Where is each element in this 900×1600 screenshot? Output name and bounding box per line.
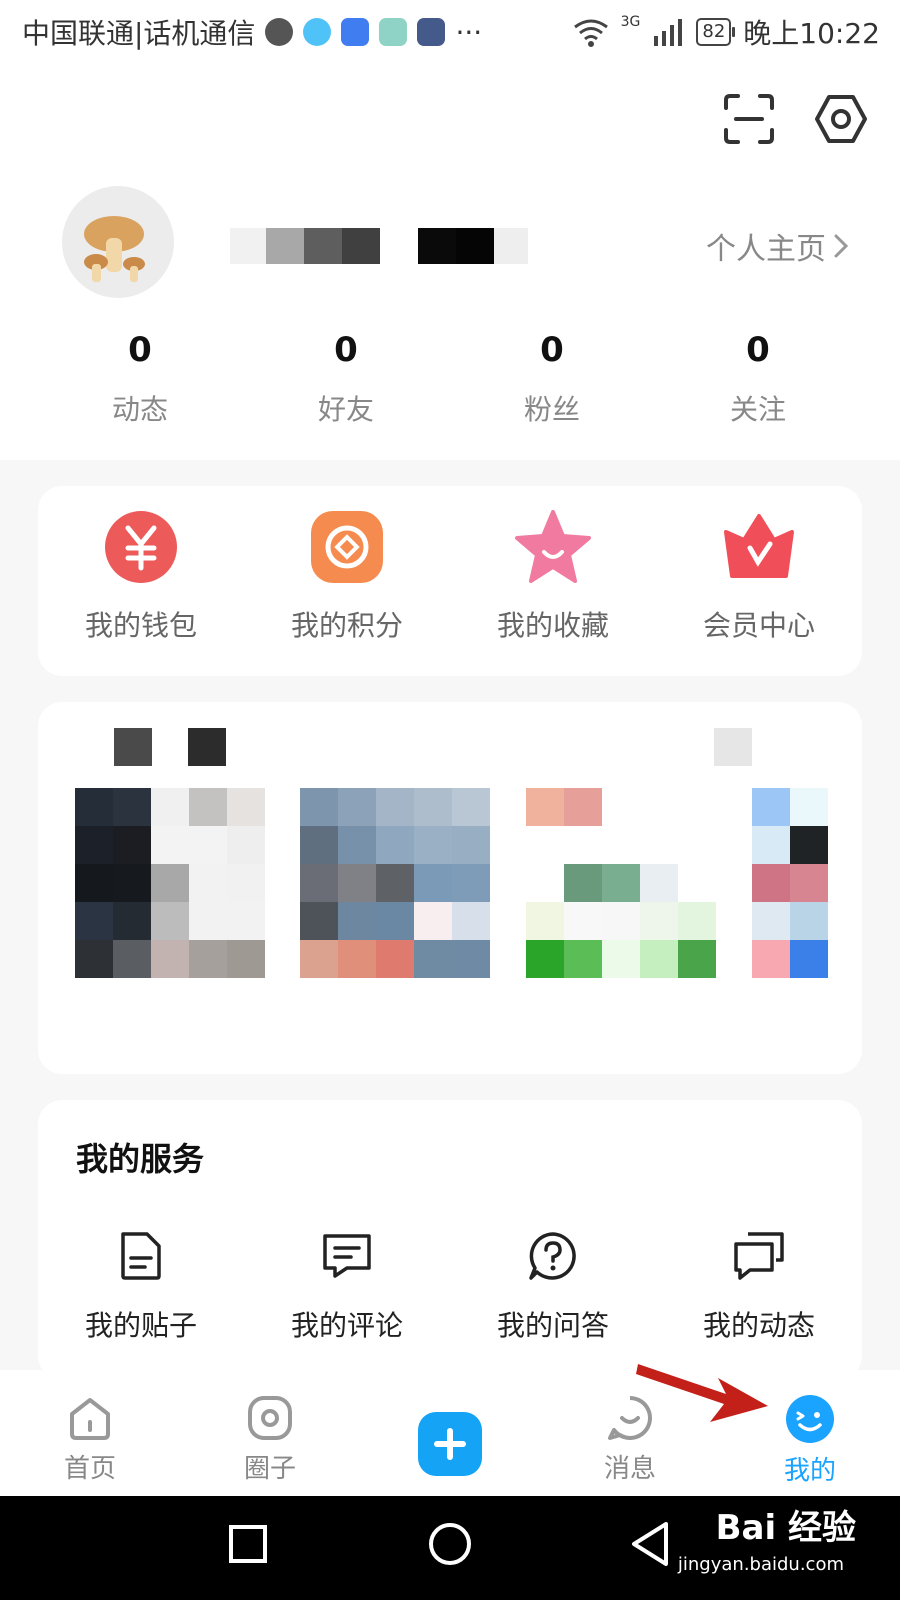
stat-fans[interactable]: 0 粉丝 [449, 330, 655, 428]
bulb-app-icon [341, 18, 370, 46]
stat-value: 0 [128, 330, 152, 370]
my-posts-button[interactable]: 我的贴子 [38, 1230, 244, 1344]
feed-chat-icon [734, 1232, 784, 1280]
profile-stats: 0 动态 0 好友 0 粉丝 0 关注 [0, 330, 900, 428]
comment-icon [323, 1234, 371, 1278]
favorites-button[interactable]: 我的收藏 [450, 486, 656, 676]
tab-label: 首页 [63, 1454, 116, 1484]
service-label: 我的评论 [290, 1309, 403, 1342]
recent-apps-square-icon[interactable] [228, 1524, 268, 1564]
section-title: 我的服务 [76, 1140, 205, 1178]
stat-friends[interactable]: 0 好友 [243, 330, 449, 428]
home-icon [70, 1398, 110, 1440]
scan-icon[interactable] [722, 92, 776, 146]
vip-crown-icon [724, 514, 794, 578]
tab-home[interactable]: 首页 [0, 1370, 180, 1496]
annotation-arrow-icon [636, 1364, 768, 1422]
my-qa-button[interactable]: 我的问答 [450, 1230, 656, 1344]
settings-gear-icon[interactable] [814, 92, 868, 146]
tab-circles[interactable]: 圈子 [180, 1370, 360, 1496]
stat-value: 0 [334, 330, 358, 370]
pixelated-thumbnail-3[interactable] [526, 788, 718, 980]
services-row: 我的贴子 我的评论 我的问答 我的动态 [38, 1230, 862, 1344]
pixelated-thumbnail-1[interactable] [75, 788, 267, 980]
stat-following[interactable]: 0 关注 [655, 330, 861, 428]
wallet-yen-icon [105, 511, 177, 583]
pixelated-thumbnail-2[interactable] [300, 788, 492, 980]
create-post-button[interactable] [418, 1412, 482, 1476]
my-feed-button[interactable]: 我的动态 [656, 1230, 862, 1344]
stat-posts[interactable]: 0 动态 [37, 330, 243, 428]
profile-smile-icon [786, 1395, 834, 1443]
wifi-icon [573, 19, 608, 47]
mushroom-avatar-icon [84, 216, 145, 282]
stat-label: 好友 [317, 393, 374, 426]
vip-center-button[interactable]: 会员中心 [656, 486, 862, 676]
document-icon [121, 1232, 161, 1280]
tab-label: 圈子 [243, 1454, 296, 1484]
homepage-link-label: 个人主页 [706, 232, 826, 267]
clock: 晚上10:22 [743, 17, 880, 50]
chat-app-icon [265, 18, 294, 46]
stat-label: 粉丝 [523, 393, 580, 426]
quick-actions-card: 我的钱包 我的积分 我的收藏 会员中心 [38, 486, 862, 676]
tab-label: 我的 [783, 1456, 836, 1486]
tab-label: 消息 [603, 1454, 656, 1484]
chevron-right-icon [834, 234, 849, 258]
quick-action-label: 会员中心 [702, 609, 815, 642]
circle-icon [248, 1396, 292, 1440]
mosaic-block [188, 728, 226, 766]
question-icon [529, 1232, 576, 1280]
personal-homepage-link[interactable]: 个人主页 [706, 224, 850, 268]
battery-indicator: 82 [696, 18, 736, 46]
stat-label: 动态 [111, 393, 168, 426]
more-notifications-icon: ··· [455, 15, 483, 49]
mosaic-block [114, 728, 152, 766]
status-bar: 中国联通|话机通信 ··· 3G 82 晚上10:22 [0, 0, 900, 66]
mail-app-icon [417, 18, 446, 46]
network-type-label: 3G [620, 14, 641, 30]
fish-app-icon [303, 18, 332, 46]
stat-label: 关注 [729, 393, 786, 426]
baidu-watermark-url: jingyan.baidu.com [677, 1554, 844, 1575]
quick-action-label: 我的积分 [290, 609, 403, 642]
signal-icon [654, 19, 683, 46]
pixelated-content-card[interactable] [38, 702, 862, 1074]
mosaic-block [714, 728, 752, 766]
pixelated-thumbnail-4[interactable] [752, 788, 828, 980]
stat-value: 0 [540, 330, 564, 370]
avatar[interactable] [62, 186, 174, 298]
wallet-button[interactable]: 我的钱包 [38, 486, 244, 676]
points-button[interactable]: 我的积分 [244, 486, 450, 676]
service-label: 我的动态 [702, 1309, 815, 1342]
favorites-star-icon [515, 510, 591, 583]
plus-icon [434, 1428, 466, 1460]
carrier-label: 中国联通|话机通信 [22, 17, 256, 50]
username-mosaic [230, 228, 528, 264]
baidu-watermark-logo: Bai 经验 [715, 1508, 856, 1548]
quick-action-label: 我的钱包 [84, 609, 197, 642]
camera-app-icon [379, 18, 408, 46]
stat-value: 0 [746, 330, 770, 370]
points-target-icon [311, 511, 383, 583]
my-services-card: 我的服务 我的贴子 我的评论 我的问答 我的动态 [38, 1100, 862, 1380]
back-triangle-icon[interactable] [630, 1520, 670, 1568]
tab-post[interactable] [360, 1370, 540, 1496]
service-label: 我的问答 [496, 1309, 609, 1342]
my-comments-button[interactable]: 我的评论 [244, 1230, 450, 1344]
service-label: 我的贴子 [84, 1309, 197, 1342]
quick-action-label: 我的收藏 [496, 609, 609, 642]
home-circle-icon[interactable] [428, 1522, 472, 1566]
